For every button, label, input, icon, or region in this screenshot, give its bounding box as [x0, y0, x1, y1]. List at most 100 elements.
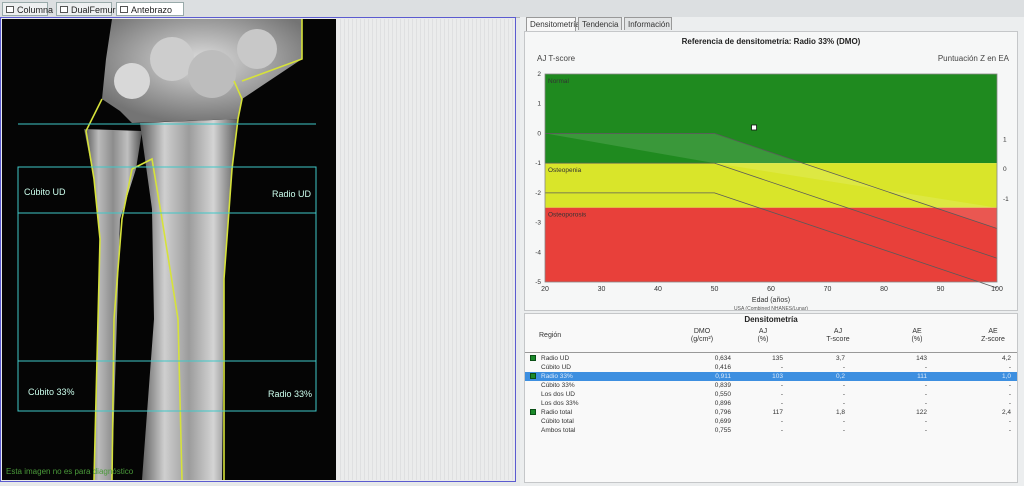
tab-columna-ap[interactable]: Columna AP [2, 2, 53, 29]
table-title: Densitometría [744, 315, 798, 324]
table-row[interactable]: Radio total 0,796 117 1,8 122 2,4 [525, 408, 1017, 417]
reference-chart-panel: Referencia de densitometría: Radio 33% (… [524, 31, 1018, 311]
cell-aj-pct: - [780, 400, 783, 407]
tab-densitometria[interactable]: Densitometría [526, 17, 580, 31]
tab-tendencia[interactable]: Tendencia [578, 17, 622, 30]
cell-ae-pct: 111 [917, 373, 927, 380]
cell-t: 3,7 [835, 355, 845, 362]
cell-z: - [1008, 427, 1011, 434]
x-tick-label: 20 [541, 286, 549, 293]
cell-bmd: 0,550 [714, 391, 731, 398]
table-row[interactable]: Cúbito total 0,699 - - - - [525, 417, 1017, 426]
band-label: Normal [548, 78, 570, 85]
cell-t: - [842, 382, 845, 389]
y-tick-label: -2 [535, 190, 541, 197]
scan-icon [60, 6, 68, 13]
cell-z: 1,0 [1001, 373, 1011, 380]
x-axis-note: USA (Combined NHANES/Lunar) [734, 306, 808, 310]
patient-marker [751, 124, 757, 131]
table-row[interactable]: Los dos 33% 0,896 - - - - [525, 399, 1017, 408]
cell-bmd: 0,755 [714, 427, 731, 434]
region-name: Los dos UD [541, 391, 575, 398]
y-tick-label: -5 [535, 279, 541, 286]
region-name: Radio 33% [541, 373, 573, 380]
cell-bmd: 0,634 [714, 355, 731, 362]
right-tick-label: 1 [1003, 136, 1007, 143]
header-text: AE [912, 328, 922, 335]
header-unit: (g/cm²) [690, 336, 714, 343]
scan-image-panel[interactable]: Cúbito UD Radio UD Cúbito 33% Radio 33% … [0, 17, 516, 482]
y-tick-label: 1 [537, 101, 541, 108]
cell-z: - [1008, 400, 1011, 407]
reference-chart[interactable]: NormalOsteopeniaOsteoporosis20 30 40 50 60 70… [525, 32, 1017, 310]
table-body: Radio UD 0,634 135 3,7 143 4,2 Cúbito UD 0,416 -… [525, 354, 1017, 435]
cell-aj-pct: - [780, 418, 783, 425]
band-label: Osteopenia [548, 167, 582, 174]
tab-informacion[interactable]: Información [624, 17, 672, 30]
forearm-xray-image[interactable]: Cúbito UD Radio UD Cúbito 33% Radio 33% … [2, 19, 336, 480]
cell-ae-pct: - [924, 364, 927, 371]
cell-aj-pct: 135 [772, 355, 783, 362]
region-name: Cúbito UD [541, 364, 571, 371]
header-text: AE [988, 328, 998, 335]
header-text: DMO [693, 328, 711, 335]
x-tick-label: 90 [937, 286, 945, 293]
roi-label-radius-33: Radio 33% [268, 389, 313, 399]
x-tick-label: 80 [880, 286, 888, 293]
cell-ae-pct: - [924, 400, 927, 407]
cell-ae-pct: - [924, 418, 927, 425]
region-name: Cúbito total [541, 418, 574, 425]
cell-bmd: 0,896 [714, 400, 731, 407]
y-tick-label: -3 [535, 220, 541, 227]
cell-bmd: 0,699 [714, 418, 731, 425]
header-ae-zscore: AE Z-score [971, 328, 1015, 344]
region-name: Radio total [541, 409, 573, 416]
scan-icon [120, 6, 128, 13]
cell-bmd: 0,839 [714, 382, 731, 389]
region-name: Radio UD [541, 355, 570, 362]
image-disclaimer: Esta imagen no es para diagnóstico [6, 467, 134, 476]
table-row[interactable]: Radio 33% 0,911 103 0,2 111 1,0 [525, 372, 1017, 381]
header-bmd: DMO (g/cm²) [677, 328, 727, 344]
region-checkbox[interactable] [530, 409, 536, 415]
cell-t: 1,8 [835, 409, 845, 416]
table-header: Región DMO (g/cm²) AJ (%) AJ T-score AE (%) … [525, 326, 1017, 353]
tab-dual-femur[interactable]: DualFemur [56, 2, 116, 16]
region-name: Ambos total [541, 427, 576, 434]
header-region: Región [539, 332, 561, 340]
cell-t: - [842, 400, 845, 407]
table-row[interactable]: Radio UD 0,634 135 3,7 143 4,2 [525, 354, 1017, 363]
cell-aj-pct: 117 [772, 409, 783, 416]
table-row[interactable]: Cúbito 33% 0,839 - - - - [525, 381, 1017, 390]
tab-antebrazo[interactable]: Antebrazo 3M [116, 2, 184, 29]
band-label: Osteoporosis [548, 212, 587, 219]
region-checkbox[interactable] [530, 355, 536, 361]
header-unit: (%) [911, 336, 923, 343]
cell-ae-pct: - [924, 382, 927, 389]
header-unit: Z-score [981, 336, 1005, 343]
header-text: AJ [833, 328, 843, 335]
cell-t: - [842, 418, 845, 425]
cell-t: - [842, 391, 845, 398]
cell-z: 2,4 [1001, 409, 1011, 416]
cell-bmd: 0,911 [715, 373, 731, 380]
roi-label-radius-ud: Radio UD [272, 189, 312, 199]
cell-aj-pct: - [780, 364, 783, 371]
results-panel: Densitometría Tendencia Información Refe… [520, 17, 1024, 486]
table-row[interactable]: Cúbito UD 0,416 - - - - [525, 363, 1017, 372]
x-tick-label: 50 [711, 286, 719, 293]
x-tick-label: 30 [598, 286, 606, 293]
header-ae-pct: AE (%) [897, 328, 937, 344]
x-tick-label: 60 [767, 286, 775, 293]
y-tick-label: -1 [535, 160, 541, 167]
cell-ae-pct: 143 [916, 355, 927, 362]
band-0 [545, 74, 997, 164]
header-aj-pct: AJ (%) [743, 328, 783, 344]
roi-label-ulna-33: Cúbito 33% [28, 387, 75, 397]
right-tick-label: -1 [1003, 196, 1009, 203]
cell-ae-pct: 122 [916, 409, 927, 416]
table-row[interactable]: Ambos total 0,755 - - - - [525, 426, 1017, 435]
cell-aj-pct: 103 [772, 373, 783, 380]
region-checkbox[interactable] [530, 373, 536, 379]
table-row[interactable]: Los dos UD 0,550 - - - - [525, 390, 1017, 399]
